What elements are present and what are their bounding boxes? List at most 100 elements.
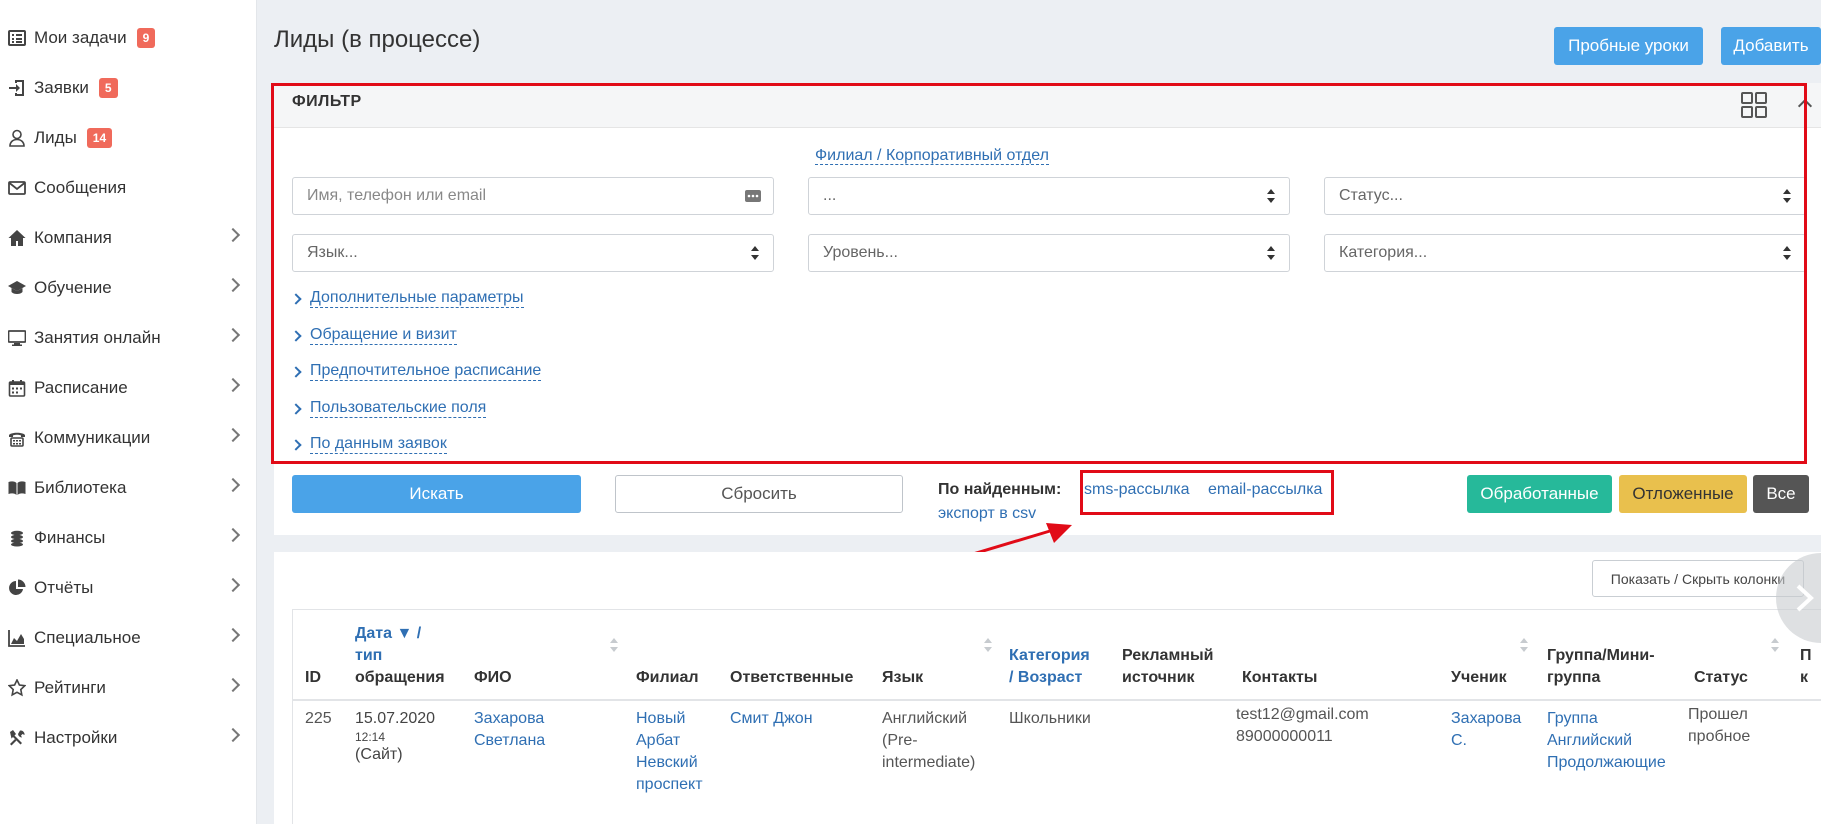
column-header-ad-source[interactable]: Рекламный источник xyxy=(1122,645,1213,689)
sort-arrows-icon[interactable] xyxy=(1771,637,1779,653)
search-button[interactable]: Искать xyxy=(292,475,581,513)
column-header-id[interactable]: ID xyxy=(305,667,321,689)
column-header-student[interactable]: Ученик xyxy=(1451,667,1507,689)
cell-language-line1: Английский xyxy=(882,710,968,727)
cell-group-line1: Группа xyxy=(1547,710,1598,727)
chevron-right-icon xyxy=(225,677,241,693)
sidebar-item-label: Лиды xyxy=(34,128,77,147)
sidebar-item-communications[interactable]: Коммуникации xyxy=(0,418,256,458)
sidebar-item-messages[interactable]: Сообщения xyxy=(0,168,256,208)
sidebar-item-requests[interactable]: Заявки 5 xyxy=(0,68,256,108)
cell-type-value: (Сайт) xyxy=(355,746,403,763)
cell-student-line1: Захарова xyxy=(1451,710,1522,727)
cell-student-link[interactable]: Захарова С. xyxy=(1451,708,1521,752)
calendar-icon xyxy=(6,377,28,399)
highlight-filter-box xyxy=(271,83,1807,464)
toggle-columns-button[interactable]: Показать / Скрыть колонки xyxy=(1592,560,1804,597)
sidebar-item-schedule[interactable]: Расписание xyxy=(0,368,256,408)
sidebar-item-leads[interactable]: Лиды 14 xyxy=(0,118,256,158)
sidebar-item-library[interactable]: Библиотека xyxy=(0,468,256,508)
cell-group-line3: Продолжающие xyxy=(1547,754,1666,771)
cell-branch-link[interactable]: Новый Арбат Невский проспект xyxy=(636,708,703,796)
cell-group-line2: Английский xyxy=(1547,732,1633,749)
sidebar-item-label: Заявки xyxy=(34,78,89,97)
sidebar-item-label: Рейтинги xyxy=(34,678,106,697)
chevron-right-icon xyxy=(225,277,241,293)
sidebar-item-label: Финансы xyxy=(34,528,106,547)
chevron-right-icon xyxy=(225,727,241,743)
chevron-right-icon xyxy=(225,327,241,343)
pie-chart-icon xyxy=(6,577,28,599)
extra-header-line2: к xyxy=(1800,669,1809,686)
cell-email: test12@gmail.com xyxy=(1236,706,1369,723)
highlight-mailing-box xyxy=(1080,470,1334,515)
monitor-icon xyxy=(6,327,28,349)
sidebar-item-label: Сообщения xyxy=(34,178,127,197)
column-header-fio[interactable]: ФИО xyxy=(474,667,512,689)
cell-responsible-link[interactable]: Смит Джон xyxy=(730,708,813,730)
cell-contacts: test12@gmail.com 89000000011 xyxy=(1236,704,1369,748)
column-header-status[interactable]: Статус xyxy=(1694,667,1748,689)
telephone-icon xyxy=(6,427,28,449)
table-header-border xyxy=(292,699,1821,701)
group-header-line1: Группа/Мини- xyxy=(1547,647,1655,664)
sort-arrows-icon[interactable] xyxy=(1520,637,1528,653)
date-header-line3: обращения xyxy=(355,669,445,686)
page-title: Лиды (в процессе) xyxy=(274,26,481,53)
sidebar-item-education[interactable]: Обучение xyxy=(0,268,256,308)
cell-date: 15.07.2020 12:14 (Сайт) xyxy=(355,708,435,766)
add-button[interactable]: Добавить xyxy=(1721,27,1821,65)
cell-fio-link[interactable]: Захарова Светлана xyxy=(474,708,545,752)
cell-language-line3: intermediate) xyxy=(882,754,976,771)
sidebar-item-special[interactable]: Специальное xyxy=(0,618,256,658)
tasks-list-icon xyxy=(6,27,28,49)
cell-branch-line4: проспект xyxy=(636,776,703,793)
area-chart-icon xyxy=(6,627,28,649)
cell-status-line2: пробное xyxy=(1688,728,1751,745)
all-button[interactable]: Все xyxy=(1753,475,1809,513)
extra-header-line1: П xyxy=(1800,647,1812,664)
cell-time-value: 12:14 xyxy=(355,730,386,744)
sidebar-item-label: Отчёты xyxy=(34,578,94,597)
sidebar-item-my-tasks[interactable]: Мои задачи 9 xyxy=(0,18,256,58)
cell-language: Английский (Pre- intermediate) xyxy=(882,708,975,774)
graduation-cap-icon xyxy=(6,277,28,299)
sidebar-item-label: Специальное xyxy=(34,628,141,647)
column-header-branch[interactable]: Филиал xyxy=(636,667,699,689)
column-header-responsible[interactable]: Ответственные xyxy=(730,667,853,689)
column-header-group[interactable]: Группа/Мини- группа xyxy=(1547,645,1655,689)
category-header-line1: Категория xyxy=(1009,647,1090,664)
column-header-date[interactable]: Дата ▼ / тип обращения xyxy=(355,623,445,689)
sort-arrows-icon[interactable] xyxy=(984,637,992,653)
leads-table-card: Показать / Скрыть колонки ID Дата ▼ / ти… xyxy=(274,552,1821,824)
trial-lessons-button[interactable]: Пробные уроки xyxy=(1554,27,1703,65)
chevron-right-icon xyxy=(225,477,241,493)
sidebar-item-label: Настройки xyxy=(34,728,118,747)
sidebar-item-ratings[interactable]: Рейтинги xyxy=(0,668,256,708)
column-header-language[interactable]: Язык xyxy=(882,667,923,689)
coins-icon xyxy=(6,527,28,549)
reset-button[interactable]: Сбросить xyxy=(615,475,903,513)
postponed-button[interactable]: Отложенные xyxy=(1619,475,1747,513)
cell-branch-line2: Арбат xyxy=(636,732,681,749)
sidebar-item-online-classes[interactable]: Занятия онлайн xyxy=(0,318,256,358)
sidebar-item-company[interactable]: Компания xyxy=(0,218,256,258)
requests-count-badge: 5 xyxy=(98,78,118,98)
sidebar-item-label: Коммуникации xyxy=(34,428,151,447)
cell-group-link[interactable]: Группа Английский Продолжающие xyxy=(1547,708,1666,774)
column-header-extra[interactable]: П к xyxy=(1800,645,1812,689)
wrench-icon xyxy=(6,727,28,749)
processed-button[interactable]: Обработанные xyxy=(1467,475,1612,513)
home-icon xyxy=(6,227,28,249)
sidebar-item-reports[interactable]: Отчёты xyxy=(0,568,256,608)
sidebar-item-finance[interactable]: Финансы xyxy=(0,518,256,558)
sign-in-icon xyxy=(6,77,28,99)
cell-status: Прошел пробное xyxy=(1688,704,1750,748)
sidebar-item-settings[interactable]: Настройки xyxy=(0,718,256,758)
chevron-right-icon xyxy=(225,527,241,543)
table-top-border xyxy=(292,609,1821,610)
column-header-contacts[interactable]: Контакты xyxy=(1242,667,1317,689)
sort-arrows-icon[interactable] xyxy=(610,637,618,653)
column-header-category[interactable]: Категория / Возраст xyxy=(1009,645,1090,689)
category-header-slash: / xyxy=(1009,669,1018,686)
